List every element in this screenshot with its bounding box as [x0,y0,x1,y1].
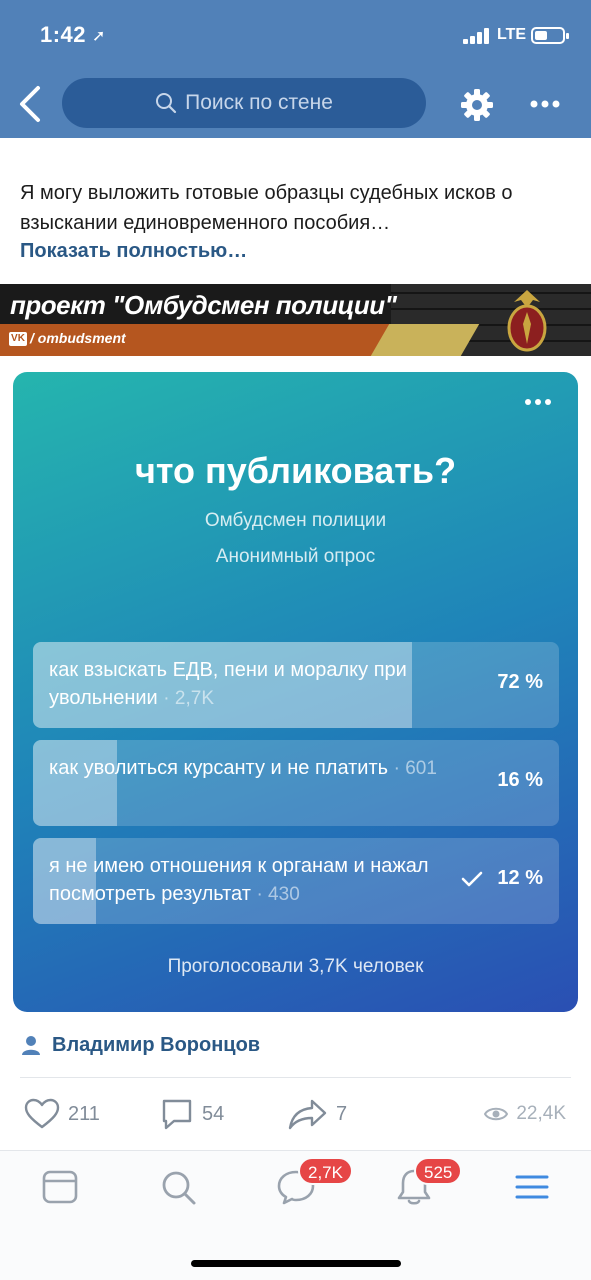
poll-option-percent: 72 % [497,671,543,693]
status-time: 1:42 [40,22,87,47]
back-button[interactable] [14,84,50,124]
views-count: 22,4K [516,1103,566,1124]
search-input[interactable]: Поиск по стене [62,78,426,128]
share-icon [288,1099,327,1130]
poll-more-icon[interactable] [524,396,552,408]
signal-icon [463,28,493,44]
show-more-link[interactable]: Показать полностью… [20,240,247,263]
tab-notifications[interactable]: 525 [394,1157,463,1207]
banner-title: проект "Омбудсмен полиции" [10,290,397,320]
notifications-badge: 525 [414,1157,463,1185]
poll-option[interactable]: как уволиться курсанту и не платить · 60… [33,740,559,826]
poll-total-votes[interactable]: Проголосовали 3,7K человек [13,956,578,978]
post-actions: 211 54 7 22,4K [0,1094,591,1134]
more-options-icon[interactable] [526,94,564,114]
share-count: 7 [336,1102,348,1125]
gear-icon[interactable] [458,86,496,124]
voted-check-icon [461,871,483,887]
poll-option-percent: 16 % [497,769,543,791]
top-bar: 1:42 ➚ LTE Поиск по стене [0,0,591,138]
comment-button[interactable]: 54 [160,1094,224,1134]
poll-option-label: я не имею отношения к органам и нажал по… [49,855,429,905]
comment-count: 54 [202,1102,225,1125]
tab-menu-icon[interactable] [512,1167,552,1207]
poll-option-bar [33,740,118,826]
poll-card: что публиковать? Омбудсмен полиции Анони… [13,372,578,1012]
poll-option-percent: 12 % [497,867,543,889]
post-text: Я могу выложить готовые образцы судебных… [20,182,513,234]
share-button[interactable]: 7 [288,1094,347,1134]
poll-type: Анонимный опрос [215,546,376,567]
poll-option-label: как уволиться курсанту и не платить [49,757,389,779]
divider [20,1077,571,1078]
messages-badge: 2,7K [298,1157,353,1185]
poll-option-count: · 430 [256,884,300,905]
tab-news-icon[interactable] [40,1167,80,1207]
network-type: LTE [497,26,527,43]
poll-option[interactable]: я не имею отношения к органам и нажал по… [33,838,559,924]
eye-icon [484,1107,509,1121]
poll-option-count: · 2,7K [163,688,214,709]
banner-handle: / ombudsment [30,330,126,346]
home-indicator [191,1260,401,1267]
search-placeholder: Поиск по стене [185,91,333,114]
status-bar: 1:42 ➚ LTE [0,22,591,52]
poll-option-count: · 601 [393,758,437,779]
tab-search-icon[interactable] [158,1167,198,1207]
battery-icon [531,27,569,44]
post-signer[interactable]: Владимир Воронцов [20,1030,260,1060]
user-icon [22,1036,40,1055]
location-arrow-icon: ➚ [92,28,106,45]
like-count: 211 [68,1102,100,1125]
poll-question: что публиковать? [134,450,457,491]
poll-option[interactable]: как взыскать ЕДВ, пени и моралку при уво… [33,642,559,728]
post-banner-image[interactable]: проект "Омбудсмен полиции" VK / ombudsme… [0,284,591,356]
poll-author: Омбудсмен полиции [204,510,387,531]
like-button[interactable]: 211 [24,1094,100,1134]
search-icon [156,93,177,114]
tab-messages[interactable]: 2,7K [276,1157,353,1207]
signer-name: Владимир Воронцов [52,1033,261,1056]
poll-option-label: как взыскать ЕДВ, пени и моралку при уво… [49,659,407,709]
comment-icon [162,1099,192,1130]
vk-logo-icon: VK [9,332,27,346]
heart-icon [24,1098,60,1129]
police-emblem-icon [507,290,547,352]
views-counter: 22,4K [484,1094,566,1134]
